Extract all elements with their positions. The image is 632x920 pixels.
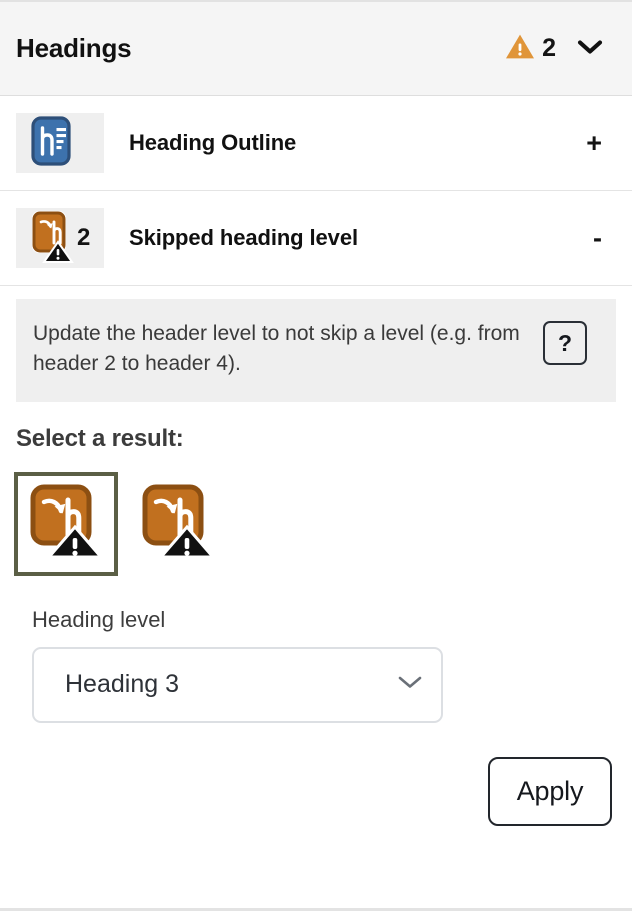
row-badge-count: 2	[77, 224, 91, 251]
actions-bar: Apply	[0, 756, 612, 826]
heading-level-label: Heading level	[32, 606, 166, 632]
panel-header: Headings 2	[0, 0, 632, 96]
warning-status-badge: 2	[505, 33, 556, 65]
list-item-heading-outline[interactable]: Heading Outline +	[0, 96, 632, 191]
warning-triangle-icon	[505, 33, 535, 65]
issue-description-block: Update the header level to not skip a le…	[16, 299, 616, 402]
chevron-down-icon	[397, 675, 423, 695]
skipped-heading-level-icon	[139, 483, 217, 564]
issue-description-text: Update the header level to not skip a le…	[33, 322, 520, 376]
row-icon-tile	[16, 113, 104, 173]
result-options-group	[14, 471, 632, 576]
skipped-heading-level-icon	[29, 209, 75, 268]
help-button[interactable]: ?	[543, 321, 587, 365]
select-result-heading: Select a result:	[16, 424, 184, 452]
panel-bottom-divider	[0, 908, 632, 911]
list-item-label: Skipped heading level	[129, 225, 358, 250]
heading-level-value: Heading 3	[65, 670, 179, 699]
page-title: Headings	[16, 33, 132, 63]
row-icon-tile: 2	[16, 208, 104, 268]
heading-level-select[interactable]: Heading 3	[32, 646, 443, 723]
panel-collapse-button[interactable]	[570, 29, 610, 69]
result-option-2[interactable]	[126, 471, 230, 576]
list-item-label: Heading Outline	[129, 130, 297, 155]
skipped-heading-level-icon	[27, 483, 105, 564]
result-option-1[interactable]	[14, 471, 118, 576]
question-mark-icon: ?	[557, 329, 573, 356]
warning-count: 2	[542, 34, 556, 62]
heading-outline-icon	[29, 115, 73, 171]
heading-level-select-wrap: Heading 3	[32, 646, 443, 723]
apply-button[interactable]: Apply	[488, 756, 612, 826]
header-right-controls: 2	[505, 29, 610, 69]
collapse-row-button[interactable]: -	[587, 224, 608, 252]
headings-accessibility-panel: Headings 2 Heading Outline + 2 Skipped h…	[0, 0, 632, 920]
chevron-down-icon	[577, 39, 603, 58]
expand-row-button[interactable]: +	[580, 129, 608, 157]
list-item-skipped-heading-level[interactable]: 2 Skipped heading level -	[0, 191, 632, 286]
